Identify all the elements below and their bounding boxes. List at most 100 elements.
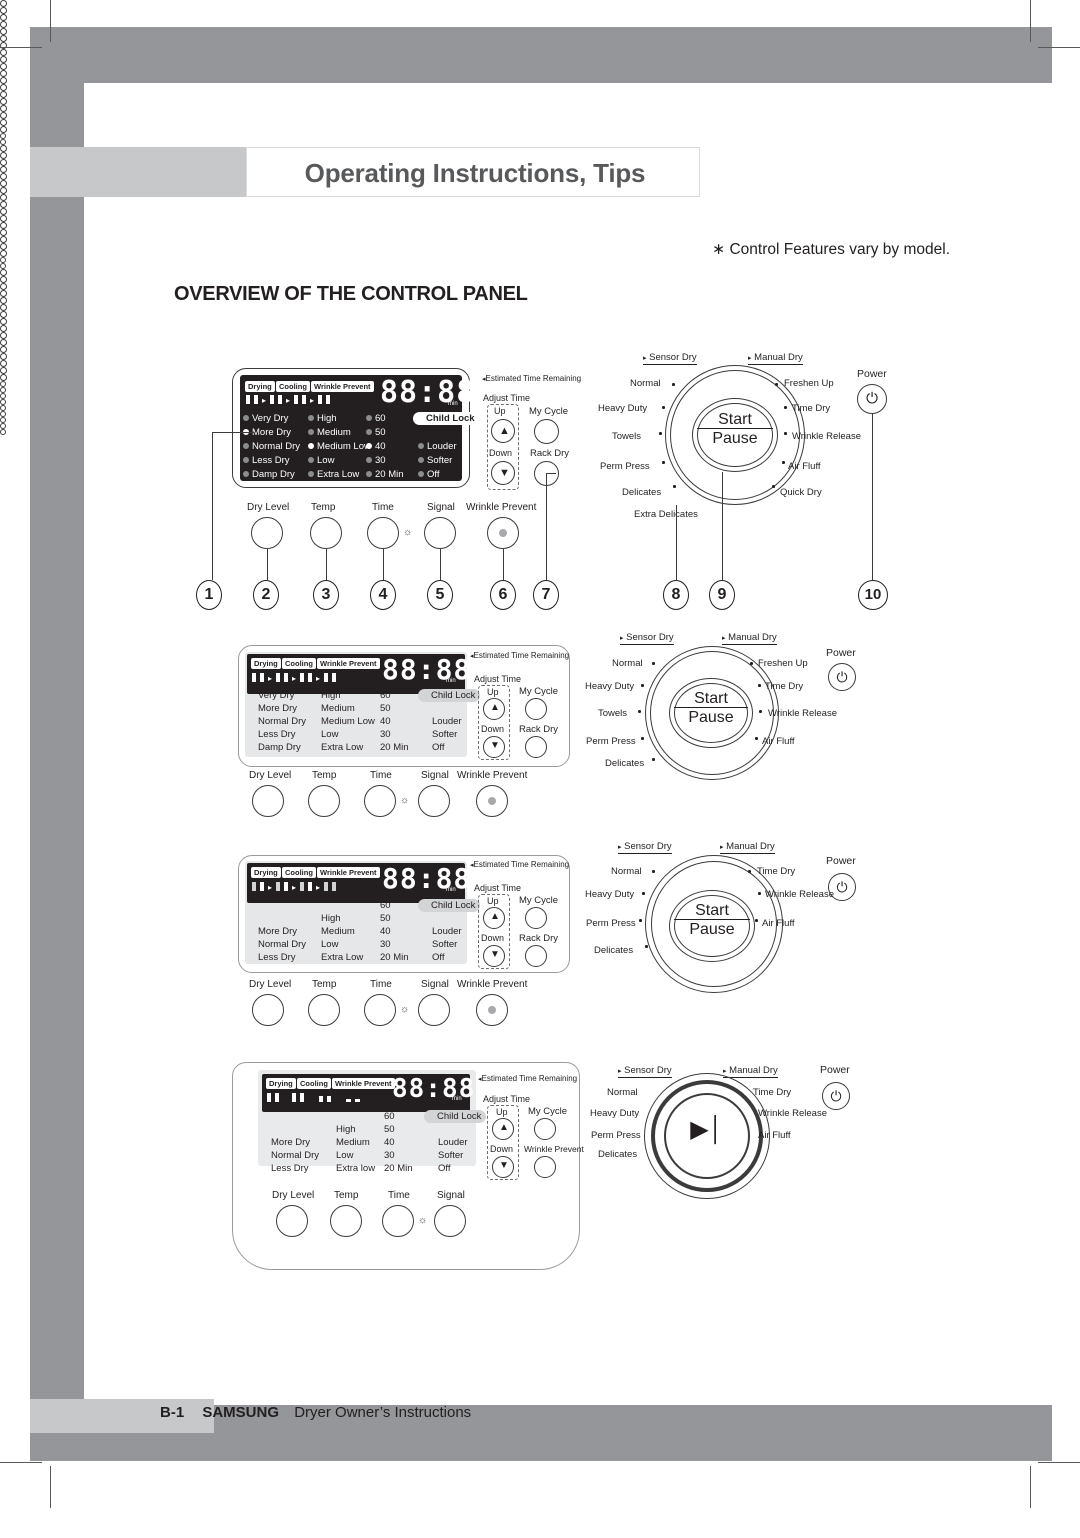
- time-button[interactable]: [364, 785, 396, 817]
- signal-button[interactable]: [418, 785, 450, 817]
- dry-level-button[interactable]: [251, 517, 283, 549]
- button-label-dry-level: Dry Level: [249, 770, 292, 781]
- indicator-dot: [243, 443, 249, 449]
- indicator-dot: [0, 311, 7, 318]
- phase-tag-cooling: Cooling: [296, 1077, 332, 1090]
- indicator-dot: [0, 215, 7, 222]
- my-cycle-button[interactable]: [534, 1118, 556, 1140]
- triangle-down-icon: ▼: [499, 467, 510, 479]
- my-cycle-button[interactable]: [525, 907, 547, 929]
- progress-seg: [345, 1098, 352, 1103]
- adjust-time-label: Adjust Time: [474, 674, 522, 684]
- indicator-dot: [0, 304, 7, 311]
- dial-4-cycle-time-dry: Time Dry: [753, 1087, 792, 1098]
- temp-option: Medium Low: [317, 441, 371, 452]
- dry-level-button[interactable]: [276, 1205, 308, 1237]
- dry-level-button[interactable]: [252, 994, 284, 1026]
- dial-2-manual-dry-header: ▸ Manual Dry: [722, 632, 777, 645]
- time-option: 50: [380, 913, 391, 924]
- dry-level-option: More Dry: [258, 703, 298, 714]
- progress-seg: [293, 394, 299, 405]
- progress-seg: [301, 394, 307, 405]
- section-title: OVERVIEW OF THE CONTROL PANEL: [174, 283, 528, 305]
- phase-tag-drying: Drying: [265, 1077, 297, 1090]
- progress-seg: [274, 1092, 280, 1103]
- phase-tag-drying: Drying: [250, 866, 282, 879]
- dial-2-power-label: Power: [826, 647, 856, 659]
- wrinkle-prevent-button[interactable]: [534, 1156, 556, 1178]
- power-button[interactable]: ⏻: [822, 1082, 850, 1110]
- rack-dry-button[interactable]: [525, 945, 547, 967]
- callout-5: 5: [427, 580, 453, 610]
- signal-button[interactable]: [424, 517, 456, 549]
- rack-dry-label: Rack Dry: [530, 448, 570, 459]
- dial-1-cycle-normal: Normal: [630, 378, 661, 389]
- time-button[interactable]: [364, 994, 396, 1026]
- temp-option: High: [336, 1124, 356, 1135]
- temp-button[interactable]: [308, 785, 340, 817]
- temp-button[interactable]: [308, 994, 340, 1026]
- time-button[interactable]: [382, 1205, 414, 1237]
- dial-2-cycle-towels: Towels: [598, 708, 628, 719]
- button-label-wrinkle-prevent: Wrinkle Prevent: [457, 770, 528, 781]
- power-button[interactable]: ⏻: [828, 663, 856, 691]
- my-cycle-button[interactable]: [534, 419, 559, 444]
- indicator-dot: [243, 457, 249, 463]
- signal-option: Louder: [432, 716, 462, 727]
- my-cycle-button[interactable]: [525, 698, 547, 720]
- button-label-dry-level: Dry Level: [272, 1190, 315, 1201]
- time-button[interactable]: [367, 517, 399, 549]
- signal-button[interactable]: [418, 994, 450, 1026]
- dry-level-option: Less Dry: [271, 1163, 309, 1174]
- indicator-dot: [0, 318, 7, 325]
- footer-doc-title: Dryer Owner’s Instructions: [294, 1404, 472, 1421]
- dry-level-button[interactable]: [252, 785, 284, 817]
- time-remaining-value: 88:88: [382, 862, 472, 895]
- signal-option: Louder: [438, 1137, 468, 1148]
- indicator-dot: [0, 250, 7, 257]
- temp-option: Extra Low: [317, 469, 360, 480]
- child-lock-dot: [0, 105, 7, 112]
- dial-1-cycle-air-fluff: Air Fluff: [788, 461, 821, 472]
- dial-4-sensor-dry-header: ▸ Sensor Dry: [618, 1065, 672, 1078]
- my-cycle-label: My Cycle: [529, 406, 569, 417]
- dial-3-cycle-normal: Normal: [611, 866, 642, 877]
- dial-1-cycle-heavy-duty: Heavy Duty: [598, 403, 648, 414]
- phase-tag-wrinkle-prevent: Wrinkle Prevent: [316, 657, 381, 670]
- dry-level-option: Less Dry: [258, 729, 296, 740]
- progress-seg: [307, 672, 313, 683]
- indicator-dot-active: [366, 443, 372, 449]
- phase-tag-wrinkle-prevent: Wrinkle Prevent: [316, 866, 381, 879]
- indicator-dot: [366, 429, 372, 435]
- dry-level-option: Normal Dry: [252, 441, 301, 452]
- button-label-time: Time: [370, 770, 392, 781]
- wrinkle-prevent-indicator: [499, 529, 507, 537]
- indicator-dot-active: [308, 443, 314, 449]
- triangle-down-icon: ▼: [499, 1160, 509, 1171]
- phase-tag-drying: Drying: [244, 380, 276, 393]
- rack-dry-button[interactable]: [525, 736, 547, 758]
- dry-level-option: Very Dry: [258, 690, 295, 701]
- dial-4-cycle-wrinkle-release: Wrinkle Release: [758, 1108, 827, 1119]
- temp-option: Medium: [336, 1137, 370, 1148]
- adjust-up-label: Up: [487, 687, 499, 697]
- temp-button[interactable]: [310, 517, 342, 549]
- power-button[interactable]: ⏻: [828, 873, 856, 901]
- estimated-time-remaining-label: ◂Estimated Time Remaining: [470, 860, 570, 869]
- dial-3-cycle-time-dry: Time Dry: [757, 866, 796, 877]
- wrinkle-prevent-indicator: [488, 797, 496, 805]
- progress-seg: [325, 394, 331, 405]
- indicator-dot: [418, 443, 424, 449]
- temp-option: Low: [317, 455, 335, 466]
- indicator-dot: [0, 236, 7, 243]
- indicator-dot: [0, 194, 7, 201]
- signal-button[interactable]: [434, 1205, 466, 1237]
- phase-tag-wrinkle-prevent: Wrinkle Prevent: [331, 1077, 396, 1090]
- time-option: 30: [375, 455, 386, 466]
- phase-tag-drying: Drying: [250, 657, 282, 670]
- callout-3: 3: [313, 580, 339, 610]
- indicator-dot: [0, 283, 7, 290]
- temp-button[interactable]: [330, 1205, 362, 1237]
- power-button[interactable]: ⏻: [857, 384, 887, 414]
- button-label-time: Time: [372, 502, 394, 513]
